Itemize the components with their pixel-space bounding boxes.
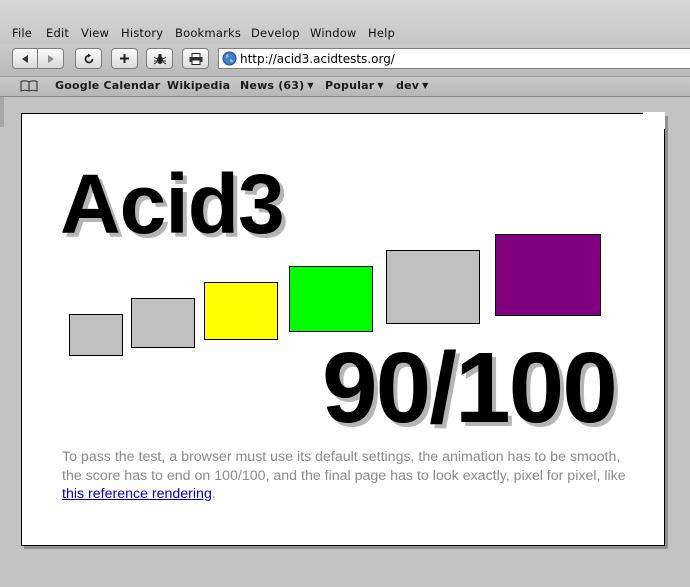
bug-icon — [153, 53, 166, 64]
page-corner — [643, 112, 665, 129]
score-display: 90/100 — [322, 332, 618, 444]
menu-window[interactable]: Window — [310, 26, 357, 40]
bookmark-popular-label: Popular — [325, 79, 375, 92]
bookmark-google-calendar[interactable]: Google Calendar — [55, 79, 160, 92]
bookmark-news-label: News (63) — [240, 79, 305, 92]
bug-report-button[interactable] — [146, 48, 173, 69]
open-book-icon[interactable] — [20, 80, 38, 92]
window-edge — [0, 97, 4, 127]
menu-edit[interactable]: Edit — [46, 26, 69, 40]
test-box-4 — [289, 266, 373, 332]
test-box-3 — [204, 282, 278, 340]
add-bookmark-button[interactable] — [111, 48, 138, 69]
back-button[interactable] — [12, 48, 38, 69]
menu-bookmarks[interactable]: Bookmarks — [175, 26, 241, 40]
forward-button[interactable] — [37, 48, 64, 69]
test-box-1 — [69, 314, 123, 356]
reference-rendering-link[interactable]: this reference rendering — [62, 486, 212, 502]
back-arrow-icon — [22, 54, 28, 63]
reload-button[interactable] — [75, 48, 102, 69]
test-box-6 — [495, 234, 601, 316]
menu-view[interactable]: View — [81, 26, 109, 40]
bookmark-popular[interactable]: Popular ▼ — [325, 79, 384, 92]
instructions-suffix: . — [211, 486, 216, 502]
globe-icon — [222, 51, 237, 66]
menu-bar: File Edit View History Bookmarks Develop… — [0, 0, 690, 44]
printer-icon — [189, 52, 202, 65]
forward-arrow-icon — [47, 54, 54, 63]
test-box-5 — [386, 250, 480, 324]
chevron-down-icon: ▼ — [377, 81, 384, 90]
test-box-2 — [131, 298, 195, 348]
menu-develop[interactable]: Develop — [251, 26, 300, 40]
menu-help[interactable]: Help — [368, 26, 395, 40]
address-text: http://acid3.acidtests.org/ — [240, 51, 395, 66]
menu-history[interactable]: History — [121, 26, 163, 40]
print-button[interactable] — [182, 48, 209, 69]
reload-icon — [84, 53, 93, 63]
bookmark-wikipedia[interactable]: Wikipedia — [167, 79, 230, 92]
chevron-down-icon: ▼ — [307, 81, 314, 90]
chevron-down-icon: ▼ — [422, 81, 429, 90]
bookmark-dev-label: dev — [396, 79, 420, 92]
bookmark-dev[interactable]: dev ▼ — [396, 79, 428, 92]
address-bar[interactable]: http://acid3.acidtests.org/ — [218, 48, 690, 69]
bookmark-news[interactable]: News (63) ▼ — [240, 79, 314, 92]
instructions-text: To pass the test, a browser must use its… — [62, 448, 642, 504]
menu-file[interactable]: File — [12, 26, 32, 40]
plus-icon — [120, 54, 129, 63]
instructions-prefix: To pass the test, a browser must use its… — [62, 449, 626, 484]
page-title: Acid3 — [60, 157, 285, 251]
